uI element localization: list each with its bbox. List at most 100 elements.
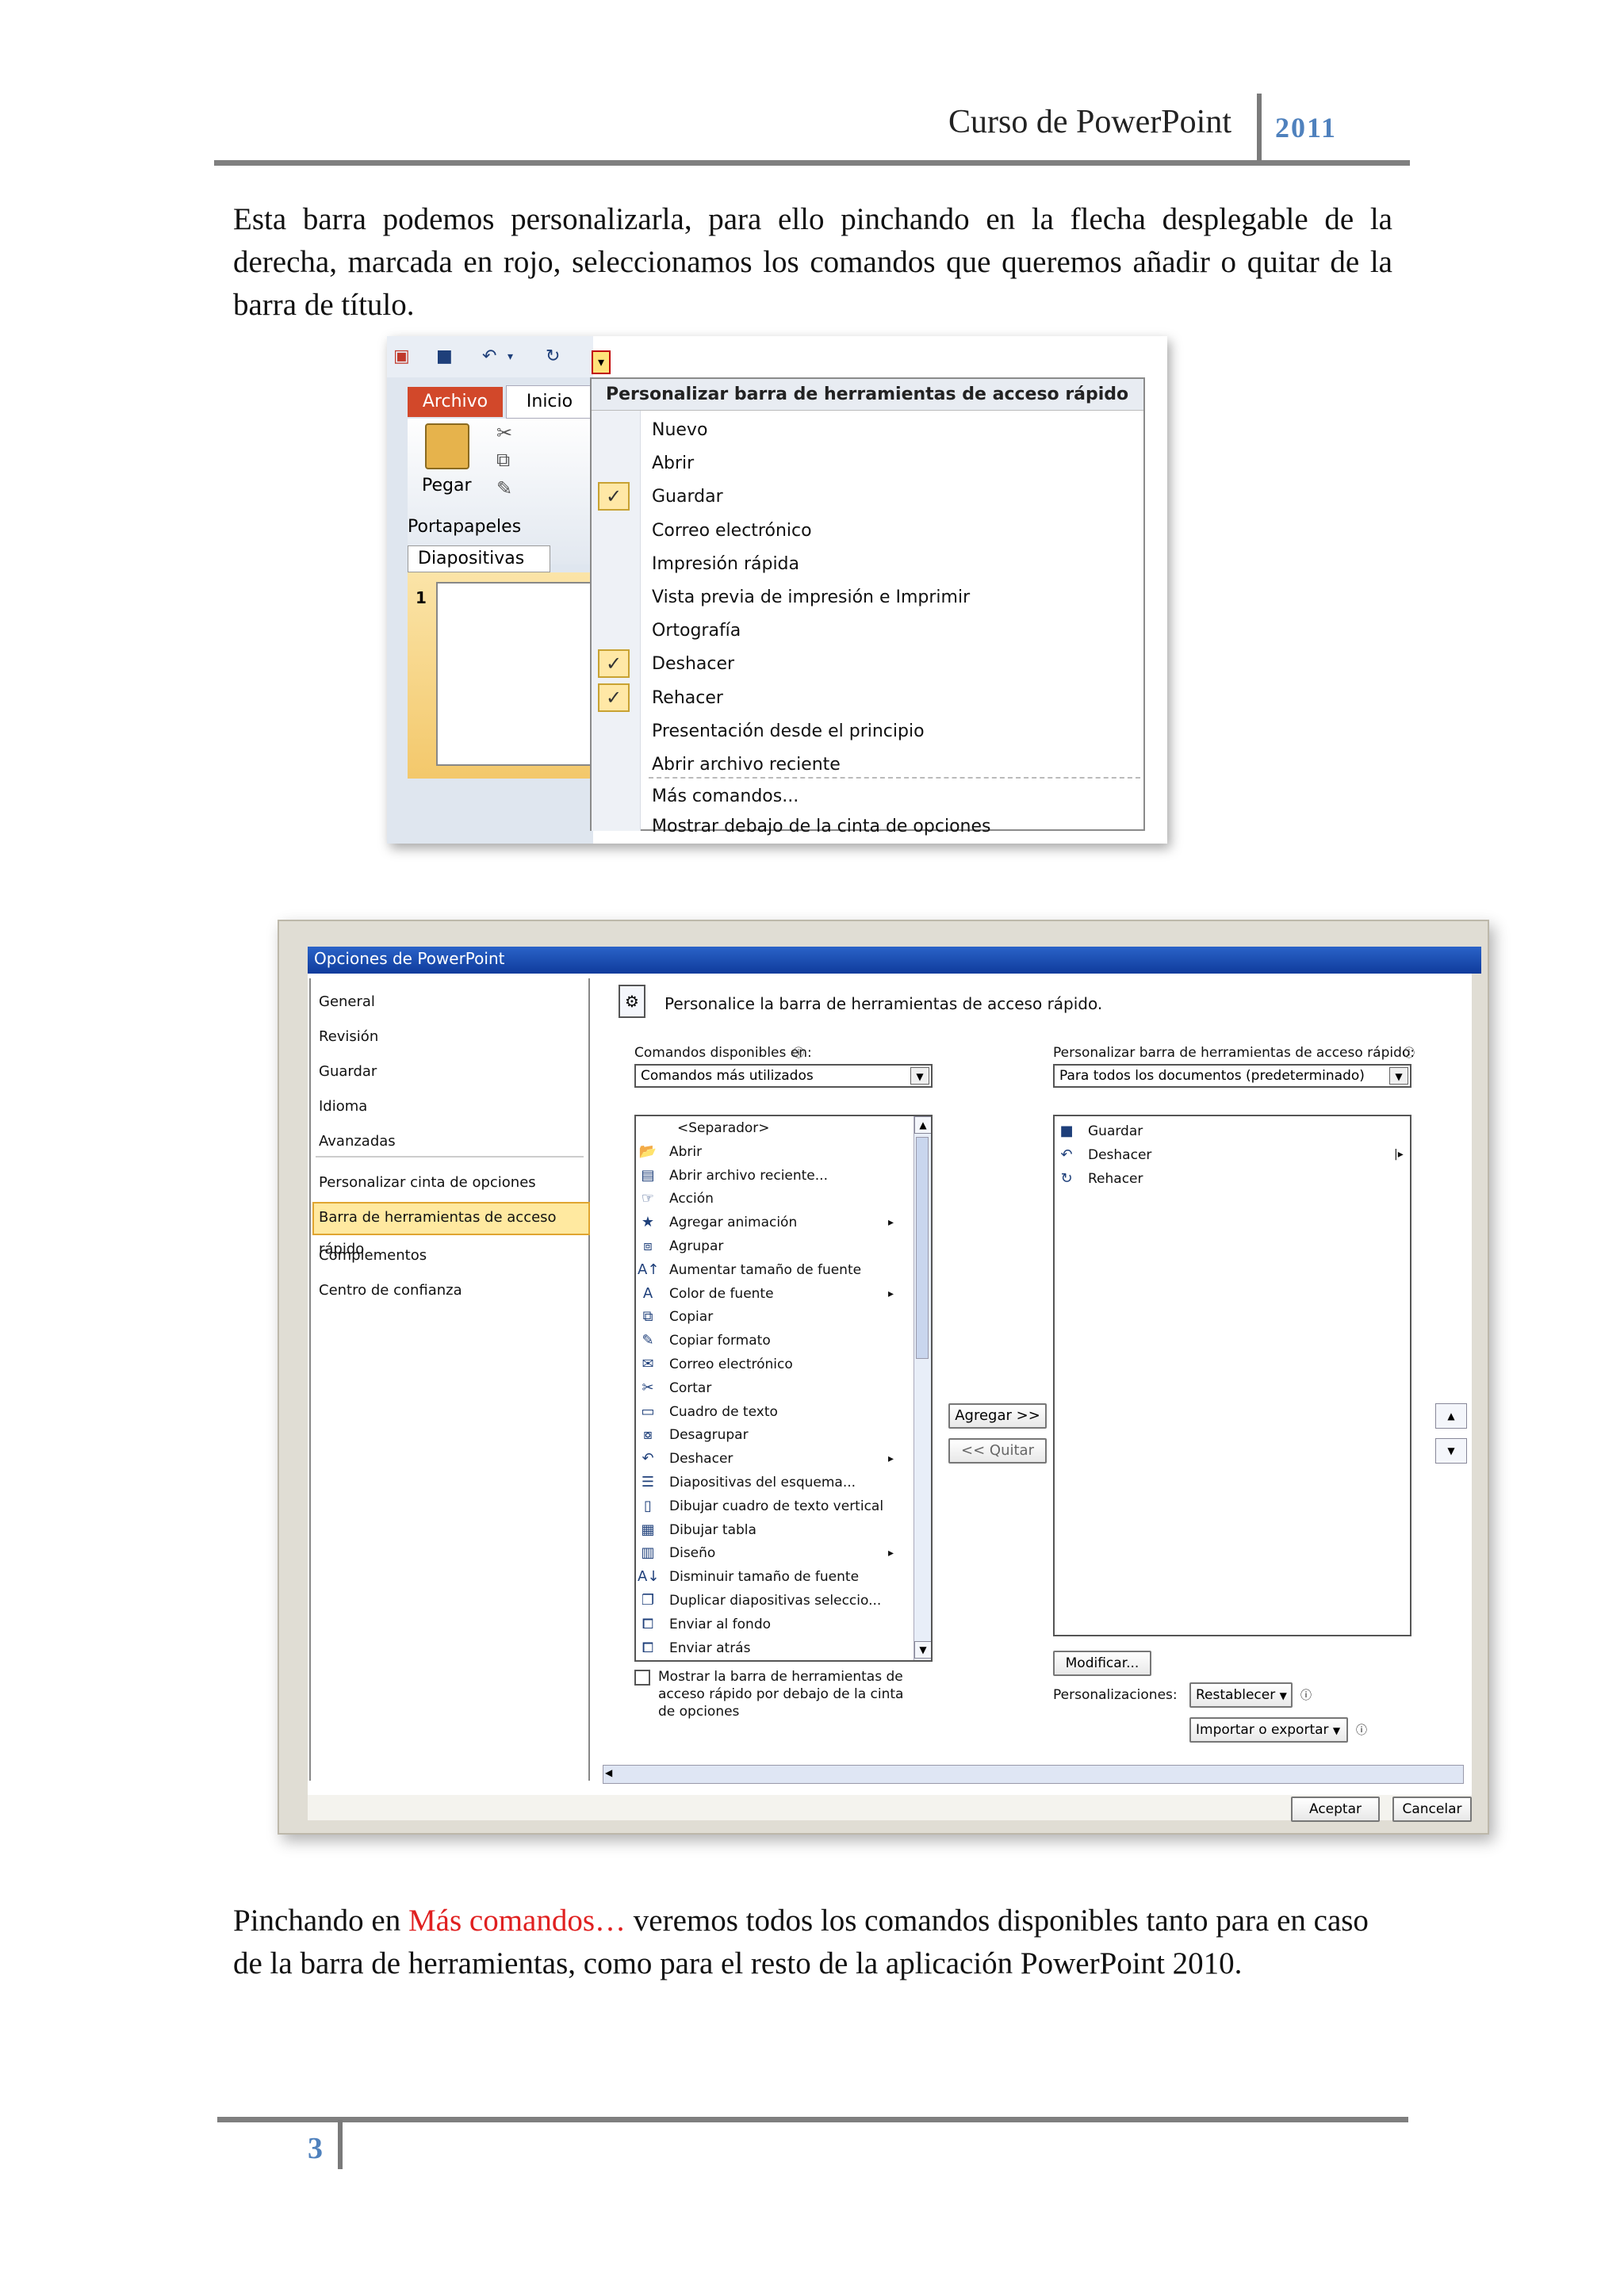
show-below-checkbox[interactable] [634,1670,650,1686]
menu-item[interactable]: Abrir archivo reciente [652,750,841,780]
command-label: Cuadro de texto [669,1403,778,1420]
menu-item[interactable]: Impresión rápida [652,549,799,580]
slide-thumbnail[interactable] [436,582,592,766]
ungroup-icon: ⧇ [643,1426,653,1444]
command-list-item[interactable]: ☞ Acción [636,1187,914,1211]
show-below-label: Mostrar la barra de herramientas de acce… [658,1669,904,1720]
command-label: Correo electrónico [669,1357,793,1372]
command-list-item[interactable]: ❐ Duplicar diapositivas seleccio... [636,1589,914,1613]
menu-item-show-below[interactable]: Mostrar debajo de la cinta de opciones [652,812,990,842]
dialog-button-bar: Aceptar Cancelar [308,1795,1472,1822]
menu-item-more-commands[interactable]: Más comandos... [652,782,799,812]
tab-inicio[interactable]: Inicio [506,385,593,419]
menu-item[interactable]: Ortografía [652,616,741,646]
save-icon[interactable]: ■ [436,347,457,366]
redo-icon[interactable]: ↻ [546,347,566,366]
nav-item[interactable]: Centro de confianza [319,1275,462,1307]
command-label: Agregar animación [669,1215,798,1231]
reset-button[interactable]: Restablecer ▼ [1189,1682,1293,1708]
font-color-icon: A [642,1284,653,1302]
scroll-left-icon[interactable]: ◀ [605,1767,612,1778]
command-list-item[interactable]: A↓ Disminuir tamaño de fuente [636,1565,914,1589]
copy-icon: ⧉ [642,1308,653,1326]
command-list-item[interactable]: ★ Agregar animación ▸ [636,1211,914,1234]
scroll-down-icon[interactable]: ▼ [914,1641,931,1659]
customize-dropdown[interactable]: Para todos los documentos (predeterminad… [1053,1064,1411,1088]
command-list-item[interactable]: ▤ Abrir archivo reciente... [636,1164,914,1188]
qat-list-item[interactable]: ↶ Deshacer [1055,1143,1151,1167]
group-icon: ⧈ [643,1238,653,1254]
nav-item[interactable]: General [319,986,375,1018]
commands-dropdown[interactable]: Comandos más utilizados ▼ [634,1064,933,1088]
command-list-item[interactable]: ⧈ Agrupar [636,1234,914,1258]
commands-list[interactable]: <Separador> 📂 Abrir ▤ Abrir archivo reciente… [634,1115,933,1662]
scroll-thumb[interactable] [916,1137,929,1359]
menu-item[interactable]: Deshacer [652,649,734,679]
command-label: Dibujar tabla [669,1521,756,1538]
command-list-item[interactable]: ⧇ Desagrupar [636,1423,914,1447]
command-list-item[interactable]: ↶ Deshacer ▸ [636,1447,914,1471]
qat-list-item[interactable]: ■ Guardar [1055,1119,1143,1143]
powerpoint-icon[interactable]: ▣ [393,347,414,366]
modify-button[interactable]: Modificar... [1053,1651,1151,1676]
folder-icon: 📂 [638,1142,657,1160]
horizontal-scrollbar[interactable]: ◀ [603,1765,1464,1784]
command-list-item[interactable]: ⧠ Enviar atrás [636,1636,914,1660]
command-list-item[interactable]: ▯ Dibujar cuadro de texto vertical [636,1494,914,1518]
format-painter-icon[interactable]: ✎ [496,477,512,499]
command-list-item[interactable]: <Separador> [636,1116,914,1140]
tab-diapositivas[interactable]: Diapositivas [408,545,550,572]
command-list-item[interactable]: 📂 Abrir [636,1140,914,1164]
tab-archivo[interactable]: Archivo [408,387,503,417]
command-list-item[interactable]: ✉ Correo electrónico [636,1353,914,1376]
undo-icon[interactable]: ↶ [482,347,503,366]
command-list-item[interactable]: A Color de fuente ▸ [636,1282,914,1306]
textbox-icon: ▭ [641,1402,655,1420]
menu-item[interactable]: Nuevo [652,415,707,446]
nav-item[interactable]: Avanzadas [319,1126,396,1158]
copy-icon[interactable]: ⧉ [496,449,510,471]
paste-icon[interactable] [425,423,469,469]
nav-item[interactable]: Personalizar cinta de opciones [319,1167,536,1199]
undo-icon: ↶ [1060,1146,1073,1163]
command-list-item[interactable]: ⧠ Enviar al fondo [636,1613,914,1636]
move-up-button[interactable]: ▲ [1435,1403,1467,1429]
command-list-item[interactable]: ✂ Cortar [636,1376,914,1400]
paste-label[interactable]: Pegar [422,476,472,496]
qat-customize-dropdown[interactable]: ▾ [592,350,611,374]
ok-button[interactable]: Aceptar [1291,1797,1380,1822]
menu-item[interactable]: Abrir [652,449,694,479]
command-list-item[interactable]: ⧉ Copiar [636,1305,914,1329]
qat-list[interactable]: ■ Guardar ↶ Deshacer ↻ Rehacer |▸ [1053,1115,1411,1636]
nav-item[interactable]: Guardar [319,1056,377,1088]
command-list-item[interactable]: ☰ Diapositivas del esquema... [636,1471,914,1494]
import-export-button[interactable]: Importar o exportar ▼ [1189,1717,1348,1743]
chevron-down-icon[interactable]: ▾ [508,347,528,366]
menu-item[interactable]: Vista previa de impresión e Imprimir [652,583,970,613]
remove-button[interactable]: << Quitar [948,1438,1047,1464]
move-down-button[interactable]: ▼ [1435,1438,1467,1464]
scissors-icon[interactable]: ✂ [496,422,512,444]
command-list-item[interactable]: ▦ Dibujar tabla [636,1518,914,1542]
nav-item[interactable]: Revisión [319,1021,378,1053]
command-list-item[interactable]: ▭ Cuadro de texto [636,1400,914,1424]
chevron-right-icon: |▸ [1394,1148,1404,1161]
scroll-up-icon[interactable]: ▲ [914,1116,931,1134]
commands-scrollbar[interactable]: ▲ ▼ [914,1116,931,1660]
nav-item[interactable]: Idioma [319,1091,367,1123]
add-button[interactable]: Agregar >> [948,1403,1047,1429]
menu-item[interactable]: Guardar [652,482,723,512]
menu-item[interactable]: Rehacer [652,683,723,714]
command-list-item[interactable]: ✎ Copiar formato [636,1329,914,1353]
chevron-right-icon: ▸ [888,1452,894,1466]
nav-item[interactable]: Complementos [319,1240,427,1272]
menu-item[interactable]: Presentación desde el principio [652,717,925,747]
command-list-item[interactable]: ▥ Diseño ▸ [636,1541,914,1565]
menu-item[interactable]: Correo electrónico [652,516,812,546]
cancel-button[interactable]: Cancelar [1392,1797,1472,1822]
nav-item[interactable]: Barra de herramientas de acceso rápido [319,1202,588,1257]
command-list-item[interactable]: A↑ Aumentar tamaño de fuente [636,1258,914,1282]
checkmark-icon: ✓ [598,482,630,511]
layout-icon: ▥ [641,1544,655,1562]
qat-list-item[interactable]: ↻ Rehacer [1055,1167,1143,1191]
